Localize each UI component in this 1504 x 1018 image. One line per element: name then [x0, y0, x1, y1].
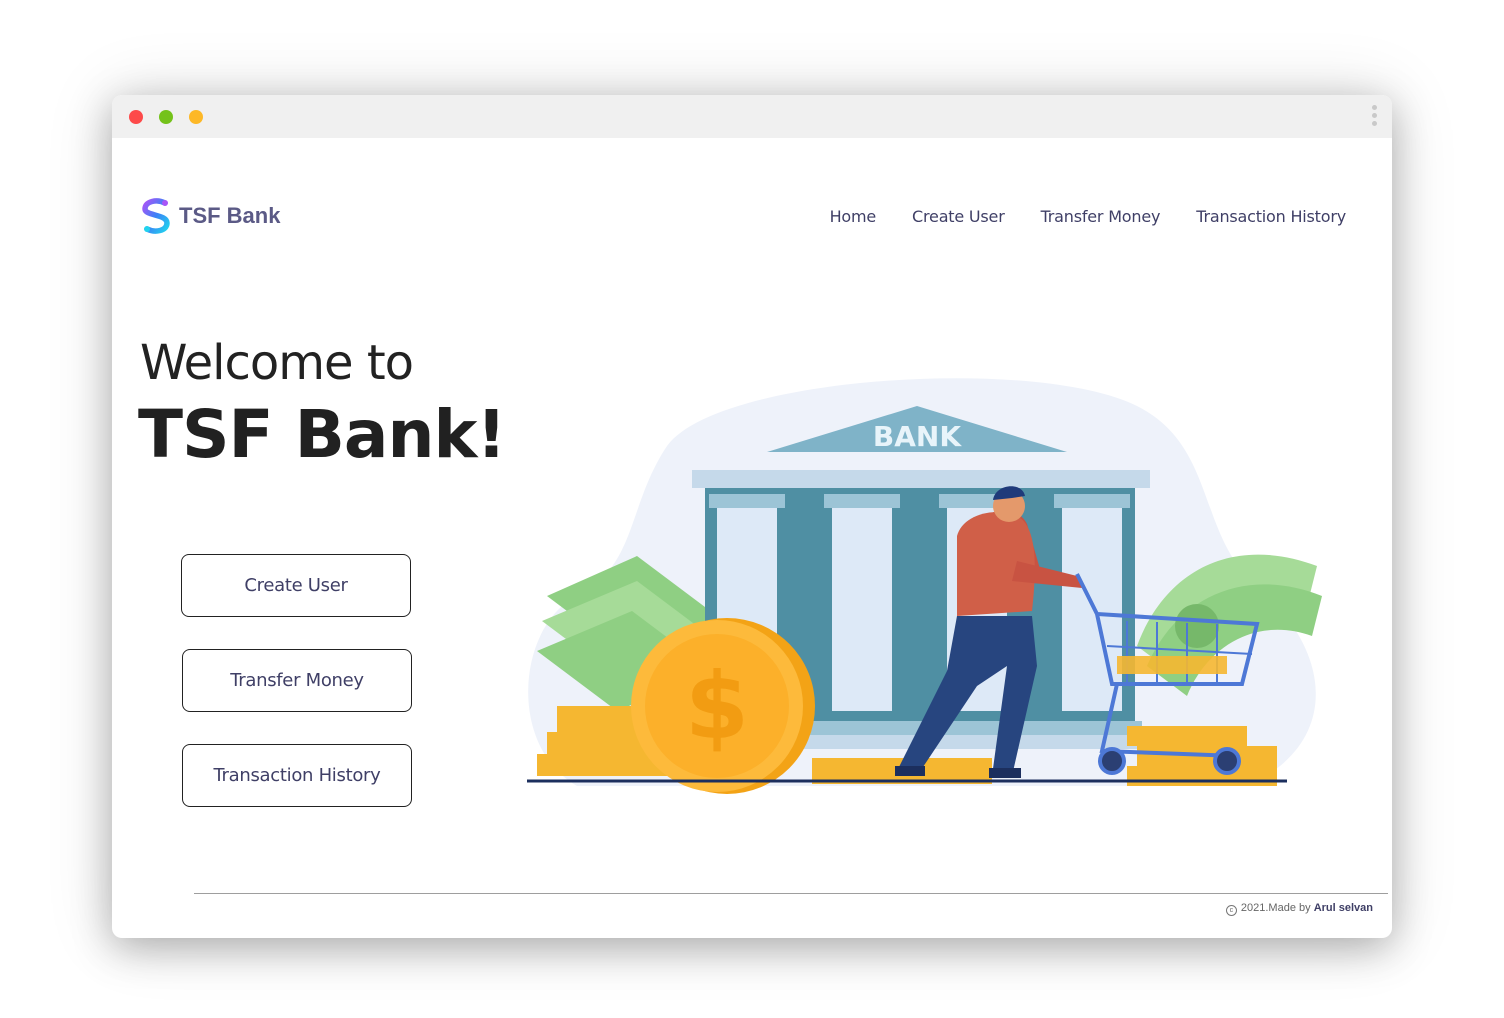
- transaction-history-button[interactable]: Transaction History: [182, 744, 412, 807]
- maximize-window-dot[interactable]: [189, 110, 203, 124]
- window-titlebar: [112, 95, 1392, 138]
- browser-window: TSF Bank Home Create User Transfer Money…: [112, 95, 1392, 938]
- bank-illustration: BANK $: [527, 378, 1322, 794]
- nav-transaction-history[interactable]: Transaction History: [1196, 207, 1346, 226]
- cart-coins-icon: [1117, 656, 1227, 674]
- copyright-icon: c: [1225, 905, 1237, 916]
- create-user-button[interactable]: Create User: [181, 554, 411, 617]
- svg-text:$: $: [685, 653, 749, 760]
- brand[interactable]: TSF Bank: [139, 197, 280, 235]
- s-swirl-logo-icon: [142, 198, 170, 234]
- nav-transfer-money[interactable]: Transfer Money: [1041, 207, 1161, 226]
- brand-name: TSF Bank: [179, 203, 281, 228]
- footer-divider: [194, 893, 1388, 894]
- hero-title: TSF Bank!: [138, 396, 506, 473]
- welcome-text: Welcome to: [140, 335, 414, 391]
- footer-author: Arul selvan: [1313, 902, 1373, 914]
- top-nav: Home Create User Transfer Money Transact…: [830, 207, 1347, 226]
- bank-sign-text: BANK: [873, 420, 962, 453]
- minimize-window-dot[interactable]: [159, 110, 173, 124]
- close-window-dot[interactable]: [129, 110, 143, 124]
- transfer-money-button[interactable]: Transfer Money: [182, 649, 412, 712]
- dollar-coin-icon: $: [631, 618, 815, 794]
- footer-credit: c 2021.Made by Arul selvan: [1225, 902, 1373, 916]
- footer-prefix: 2021.Made by: [1240, 902, 1311, 914]
- kebab-menu-icon[interactable]: [1370, 105, 1378, 129]
- nav-create-user[interactable]: Create User: [912, 207, 1005, 226]
- page-content: TSF Bank Home Create User Transfer Money…: [112, 138, 1392, 938]
- nav-home[interactable]: Home: [830, 207, 877, 226]
